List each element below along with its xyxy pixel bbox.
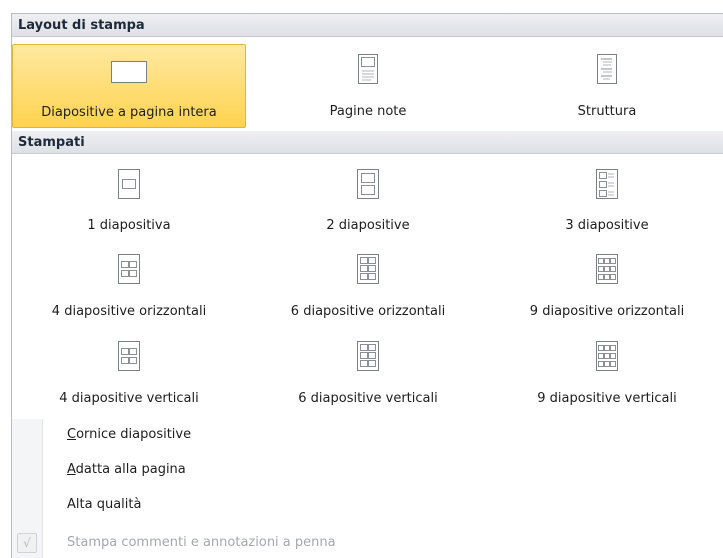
handout-6-vertical[interactable]: 6 diapositive verticali [251, 339, 485, 421]
handout-2-icon [357, 169, 379, 199]
handouts-section-header: Stampati [12, 131, 723, 154]
handout-4-vertical[interactable]: 4 diapositive verticali [12, 339, 246, 421]
notes-page-icon [358, 54, 378, 84]
tile-label: 4 diapositive verticali [59, 391, 199, 406]
handouts-section-title: Stampati [18, 135, 85, 150]
layout-outline[interactable]: Struttura [490, 44, 723, 128]
option-label: Stampa commenti e annotazioni a penna [67, 535, 336, 550]
tile-label: 1 diapositiva [87, 218, 171, 233]
handout-3-slides[interactable]: 3 diapositive [490, 162, 723, 244]
option-label: Cornice diapositive [67, 427, 192, 442]
outline-icon [597, 54, 617, 84]
handout-6-horizontal-icon [357, 254, 379, 284]
handout-1-icon [118, 169, 140, 199]
layout-notes-pages[interactable]: Pagine note [251, 44, 485, 128]
layout-section-header: Layout di stampa [12, 14, 723, 37]
tile-label: Struttura [577, 104, 637, 119]
layout-full-page-slides[interactable]: Diapositive a pagina intera [12, 44, 246, 128]
handout-4-horizontal[interactable]: 4 diapositive orizzontali [12, 252, 246, 334]
handout-9-vertical[interactable]: 9 diapositive verticali [490, 339, 723, 421]
handout-4-horizontal-icon [118, 254, 140, 284]
handout-6-vertical-icon [357, 341, 379, 371]
layout-section-title: Layout di stampa [18, 18, 145, 33]
option-label: Alta qualità [67, 497, 142, 512]
tile-label: 6 diapositive verticali [298, 391, 438, 406]
check-icon: √ [17, 533, 37, 553]
full-page-slide-icon [111, 61, 147, 83]
accelerator-key: C [67, 427, 77, 442]
accelerator-key: A [67, 462, 76, 477]
fit-to-page-option[interactable]: Adatta alla pagina [42, 454, 723, 485]
print-layout-menu: Layout di stampa Diapositive a pagina in… [11, 13, 723, 558]
tile-label: 9 diapositive orizzontali [529, 304, 685, 319]
tile-label: 6 diapositive orizzontali [290, 304, 446, 319]
handout-3-icon [596, 169, 618, 199]
tile-label: Diapositive a pagina intera [41, 105, 217, 120]
handout-9-vertical-icon [596, 341, 618, 371]
print-comments-option[interactable]: Stampa commenti e annotazioni a penna [42, 527, 723, 558]
handout-6-horizontal[interactable]: 6 diapositive orizzontali [251, 252, 485, 334]
handout-9-horizontal-icon [596, 254, 618, 284]
handout-2-slides[interactable]: 2 diapositive [251, 162, 485, 244]
tile-label: 4 diapositive orizzontali [51, 304, 207, 319]
handout-1-slide[interactable]: 1 diapositiva [12, 162, 246, 244]
tile-label: 9 diapositive verticali [537, 391, 677, 406]
print-options-menu: Cornice diapositive Adatta alla pagina A… [12, 419, 723, 558]
high-quality-option[interactable]: Alta qualità [42, 489, 723, 520]
tile-label: 3 diapositive [565, 218, 649, 233]
handout-9-horizontal[interactable]: 9 diapositive orizzontali [490, 252, 723, 334]
option-label: Adatta alla pagina [67, 462, 186, 477]
tile-label: Pagine note [329, 104, 407, 119]
tile-label: 2 diapositive [326, 218, 410, 233]
frame-slides-option[interactable]: Cornice diapositive [42, 419, 723, 450]
handout-4-vertical-icon [118, 341, 140, 371]
